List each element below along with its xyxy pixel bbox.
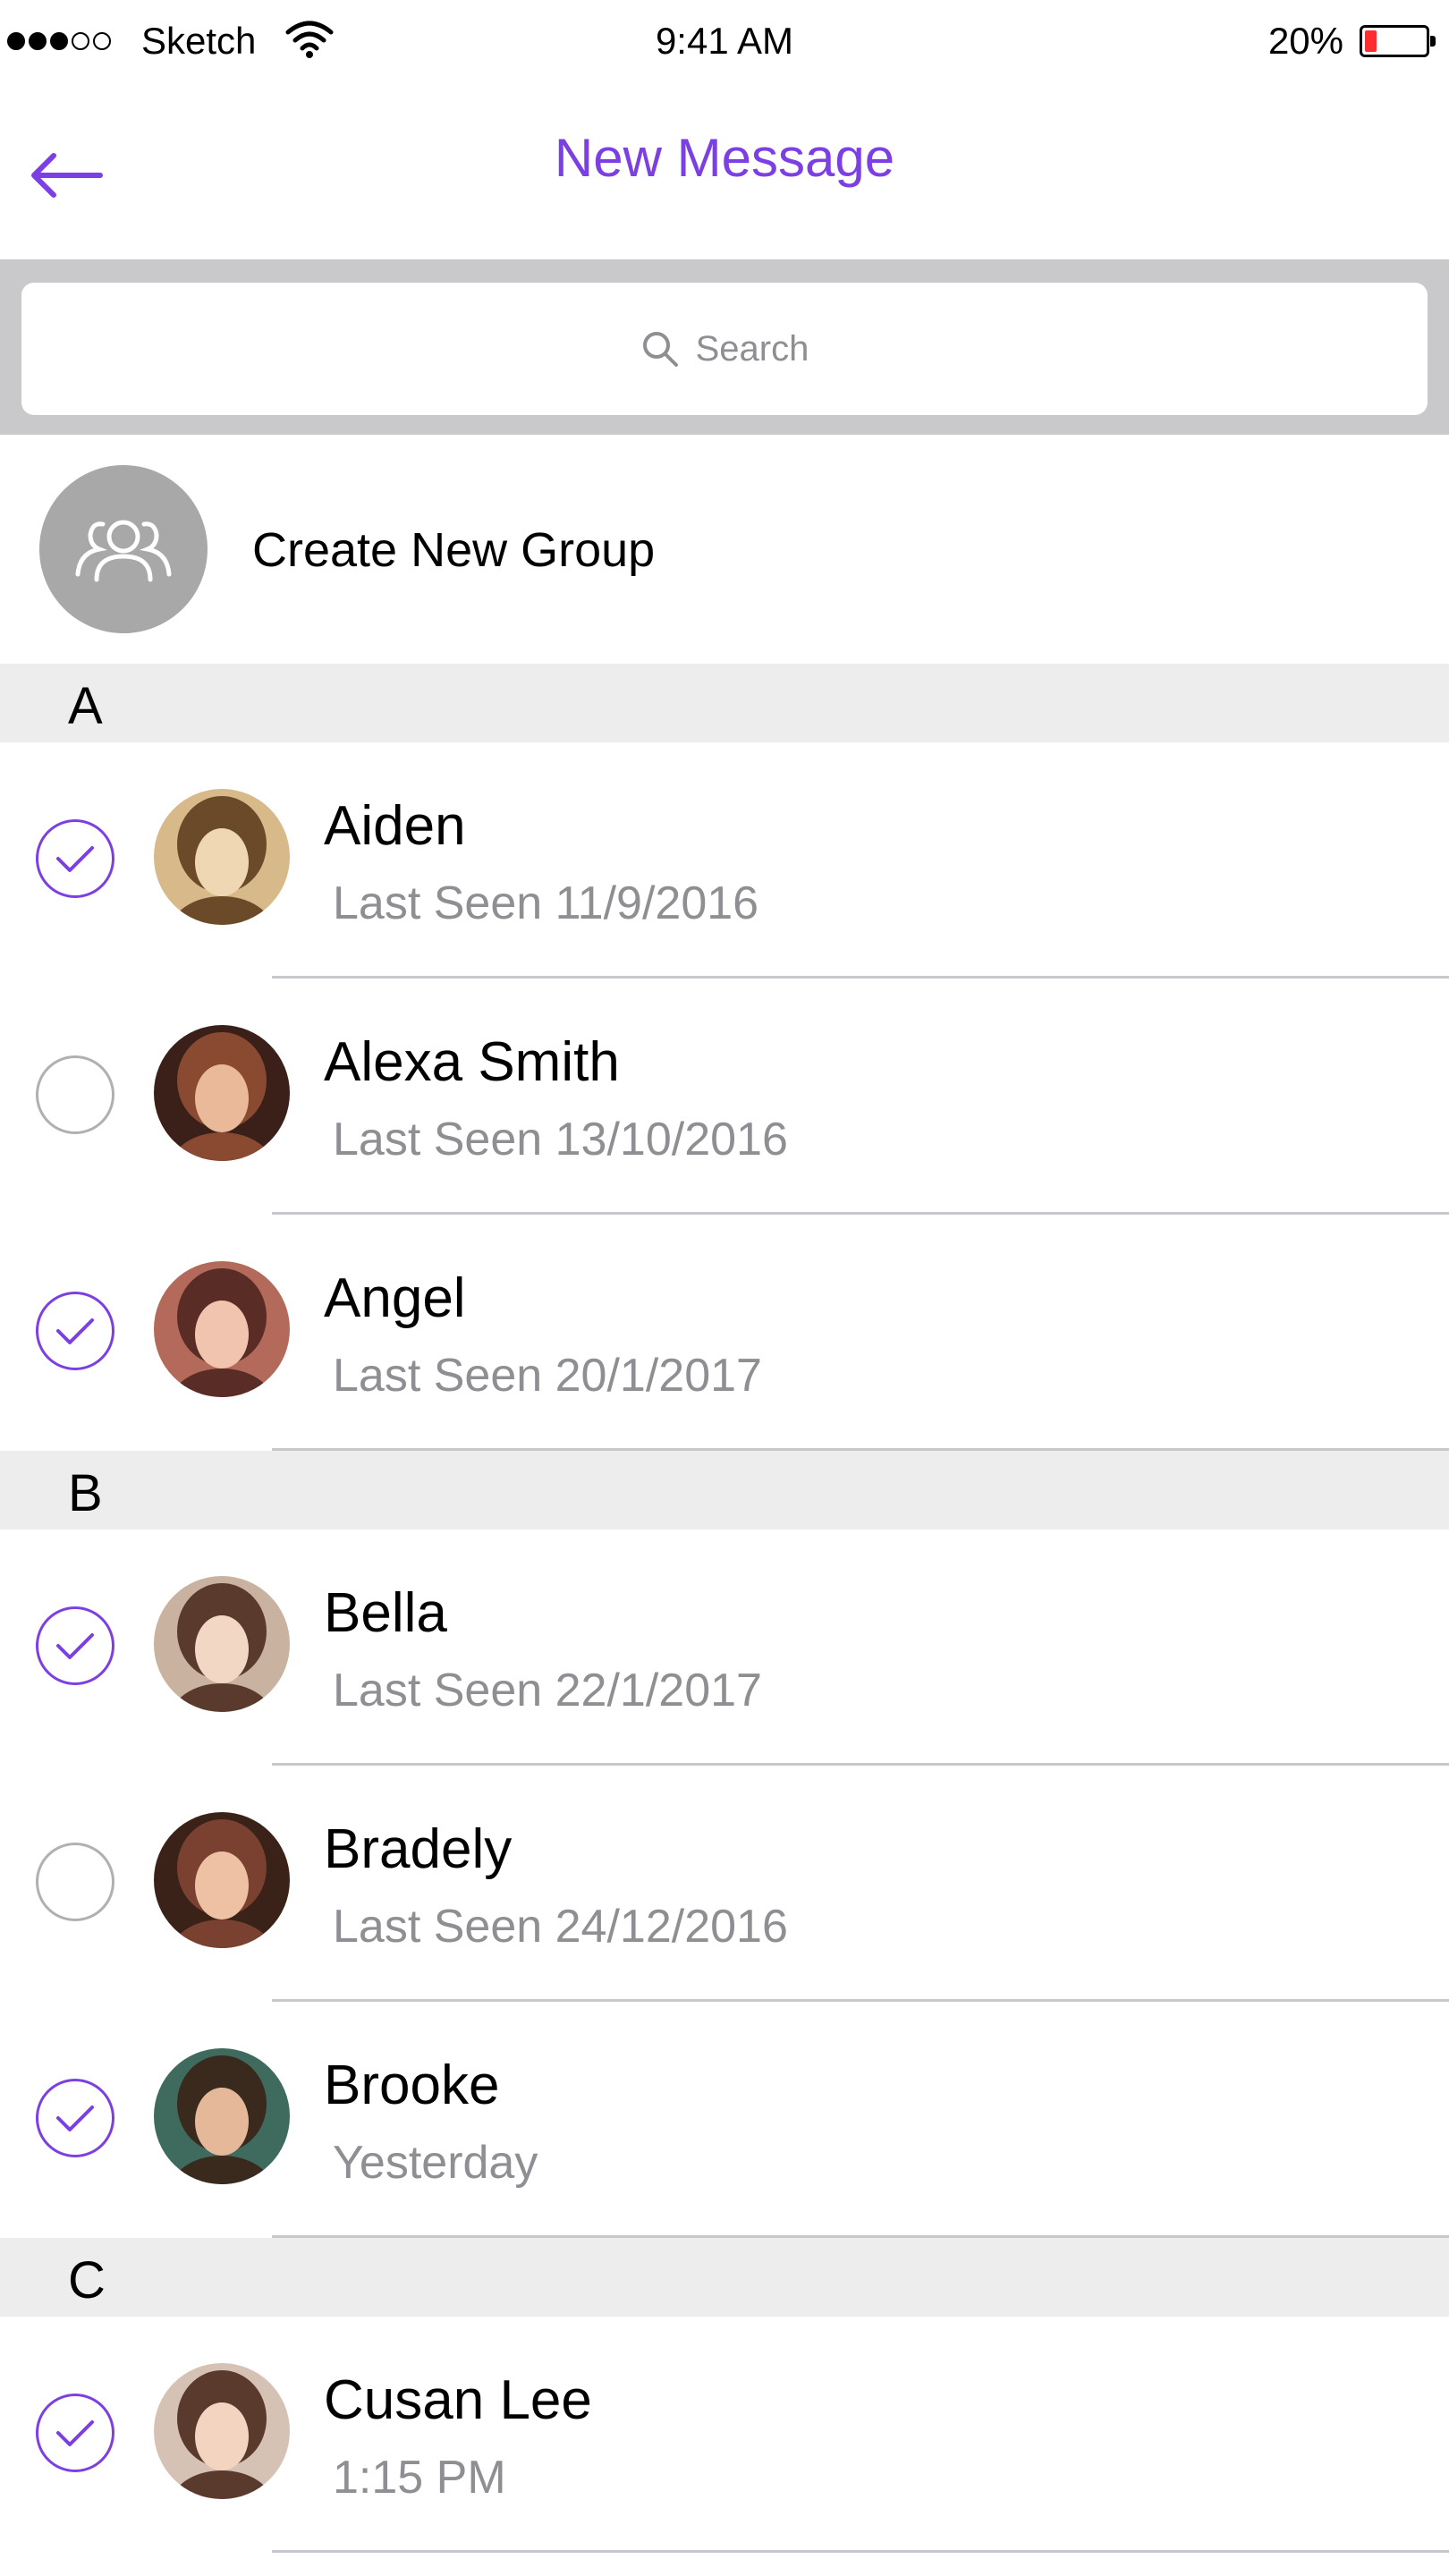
section-header: A <box>0 664 1449 742</box>
avatar <box>154 1025 290 1161</box>
avatar <box>154 1576 290 1712</box>
avatar <box>154 1261 290 1397</box>
avatar <box>154 2363 290 2499</box>
create-group-label: Create New Group <box>252 523 656 577</box>
section-letter: A <box>68 677 103 735</box>
checkmark-selected-icon[interactable] <box>36 2394 114 2472</box>
last-seen-text: Last Seen 24/12/2016 <box>333 1901 788 1953</box>
contact-name: Bella <box>324 1582 447 1644</box>
section-letter: B <box>68 1464 103 1522</box>
contact-name: Cusan Lee <box>324 2369 592 2431</box>
contact-name: Alexa Smith <box>324 1031 620 1093</box>
row-divider <box>272 2550 1449 2553</box>
contact-row[interactable]: Cusan Lee 1:15 PM <box>0 2317 1449 2553</box>
avatar <box>154 789 290 925</box>
contact-name: Brooke <box>324 2055 500 2116</box>
search-input[interactable]: Search <box>21 283 1428 415</box>
status-bar: Sketch 9:41 AM 20% <box>0 0 1449 86</box>
battery-percent: 20% <box>1267 20 1343 62</box>
navigation-bar: New Message <box>0 86 1449 259</box>
section-letter: C <box>68 2251 106 2309</box>
last-seen-text: Last Seen 20/1/2017 <box>333 1350 762 1402</box>
search-bar: Search <box>0 259 1449 435</box>
checkmark-unselected-icon[interactable] <box>36 1843 114 1921</box>
contact-row[interactable]: Angel Last Seen 20/1/2017 <box>0 1215 1449 1451</box>
last-seen-text: 1:15 PM <box>333 2452 506 2504</box>
group-icon <box>39 465 208 633</box>
checkmark-selected-icon[interactable] <box>36 1606 114 1685</box>
contact-row[interactable]: Alexa Smith Last Seen 13/10/2016 <box>0 979 1449 1215</box>
battery-icon <box>1360 25 1436 57</box>
checkmark-selected-icon[interactable] <box>36 1292 114 1370</box>
create-group-button[interactable]: Create New Group <box>0 435 1449 664</box>
section-header: B <box>0 1451 1449 1530</box>
last-seen-text: Last Seen 11/9/2016 <box>333 877 759 929</box>
status-time: 9:41 AM <box>655 20 794 62</box>
checkmark-selected-icon[interactable] <box>36 819 114 898</box>
avatar <box>154 1812 290 1948</box>
contact-name: Aiden <box>324 795 466 857</box>
contact-name: Bradely <box>324 1818 513 1880</box>
contact-name: Angel <box>324 1267 466 1329</box>
checkmark-selected-icon[interactable] <box>36 2079 114 2157</box>
avatar <box>154 2048 290 2184</box>
last-seen-text: Yesterday <box>333 2137 538 2189</box>
section-header: C <box>0 2238 1449 2317</box>
search-placeholder: Search <box>695 328 809 369</box>
page-title: New Message <box>554 128 895 188</box>
checkmark-unselected-icon[interactable] <box>36 1055 114 1134</box>
contact-row[interactable]: Bella Last Seen 22/1/2017 <box>0 1530 1449 1766</box>
contact-row[interactable]: Brooke Yesterday <box>0 2002 1449 2238</box>
search-icon <box>642 332 678 367</box>
contact-row[interactable]: Bradely Last Seen 24/12/2016 <box>0 1766 1449 2002</box>
contact-row[interactable]: Aiden Last Seen 11/9/2016 <box>0 742 1449 979</box>
last-seen-text: Last Seen 22/1/2017 <box>333 1665 762 1716</box>
last-seen-text: Last Seen 13/10/2016 <box>333 1114 788 1165</box>
